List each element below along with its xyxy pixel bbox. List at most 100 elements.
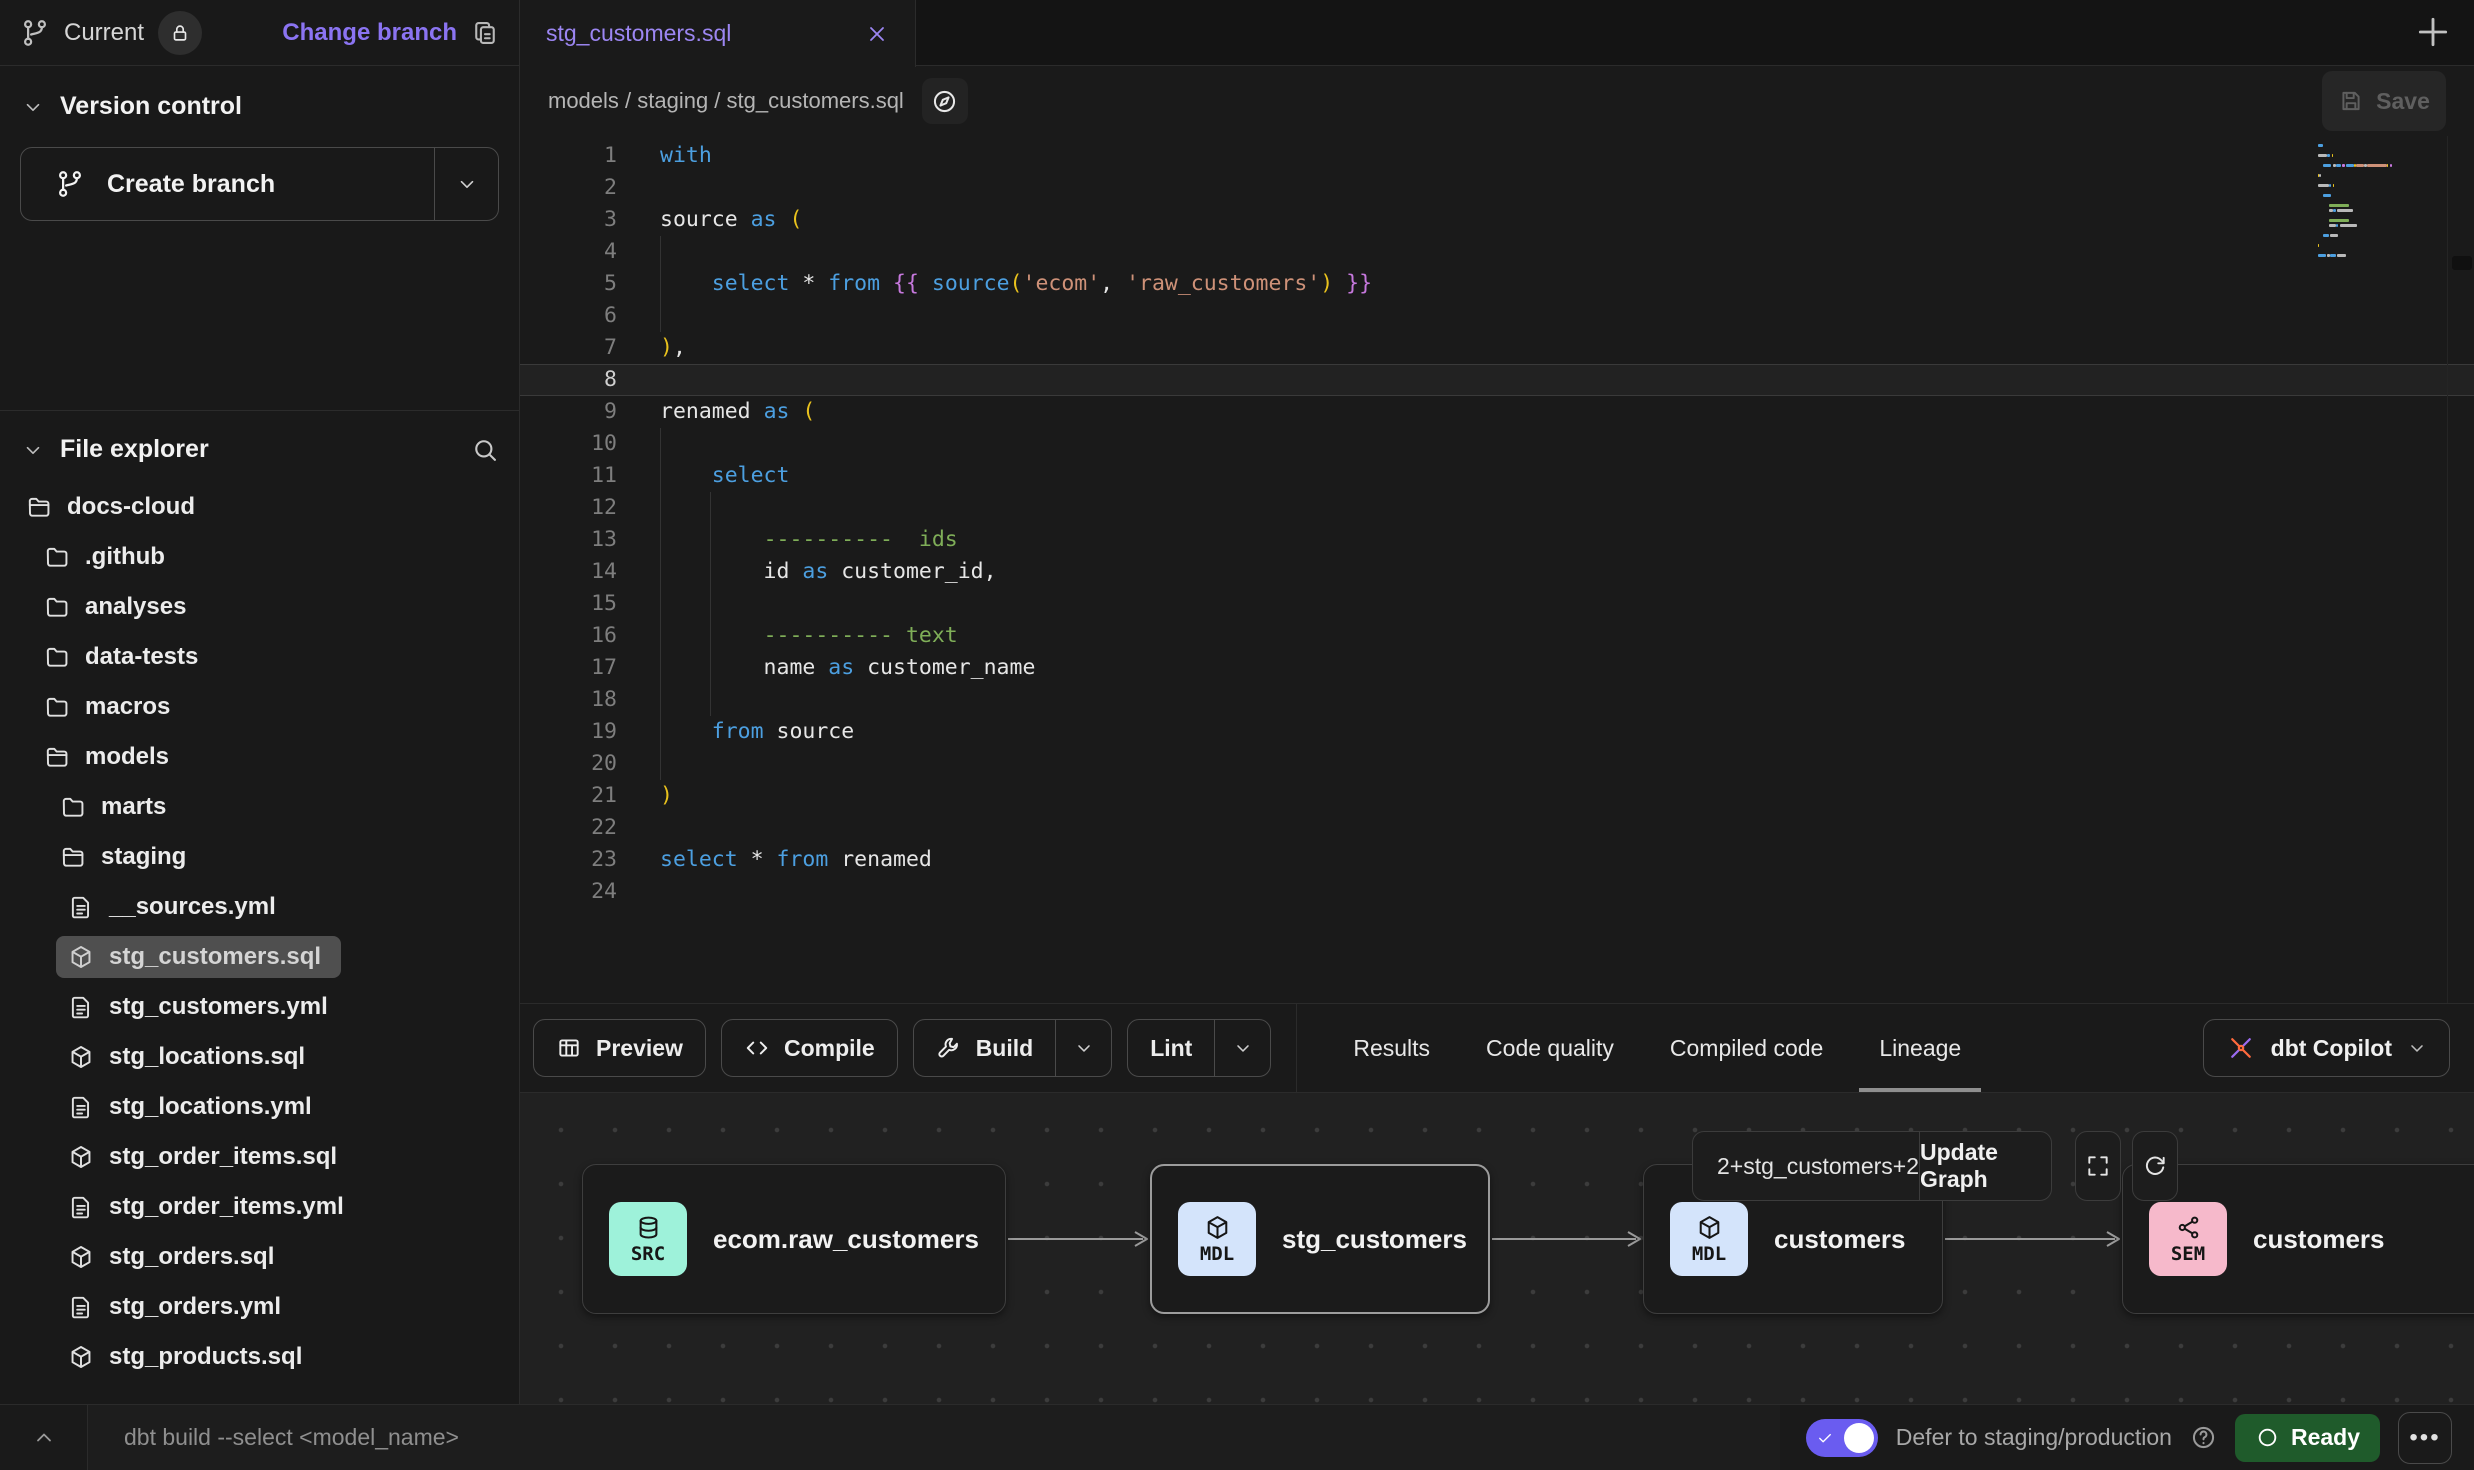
tree-item-marts[interactable]: marts bbox=[0, 782, 519, 832]
lineage-node-ecom.raw_customers[interactable]: SRCecom.raw_customers bbox=[582, 1164, 1006, 1314]
model-icon bbox=[68, 1044, 94, 1070]
create-branch-button[interactable]: Create branch bbox=[20, 147, 499, 221]
refresh-icon bbox=[2142, 1153, 2168, 1179]
tree-item-stg_customers.sql[interactable]: stg_customers.sql bbox=[0, 932, 519, 982]
copy-branch-icon[interactable] bbox=[471, 19, 499, 47]
editor-line-20[interactable]: 20 bbox=[520, 748, 2474, 780]
tree-item-stg_products.sql[interactable]: stg_products.sql bbox=[0, 1332, 519, 1382]
editor-line-21[interactable]: 21) bbox=[520, 780, 2474, 812]
editor-line-18[interactable]: 18 bbox=[520, 684, 2474, 716]
tree-item-stg_order_items.yml[interactable]: stg_order_items.yml bbox=[0, 1182, 519, 1232]
tree-item-__sources.yml[interactable]: __sources.yml bbox=[0, 882, 519, 932]
tree-item-staging[interactable]: staging bbox=[0, 832, 519, 882]
build-button[interactable]: Build bbox=[913, 1019, 1113, 1077]
refresh-button[interactable] bbox=[2132, 1131, 2178, 1201]
defer-toggle[interactable] bbox=[1806, 1419, 1878, 1457]
create-branch-dropdown[interactable] bbox=[434, 148, 498, 220]
editor-line-11[interactable]: 11 select bbox=[520, 460, 2474, 492]
save-button[interactable]: Save bbox=[2322, 71, 2446, 131]
more-options-button[interactable]: ••• bbox=[2398, 1412, 2452, 1464]
update-graph-button[interactable]: Update Graph bbox=[1919, 1132, 2051, 1200]
editor-line-5[interactable]: 5 select * from {{ source('ecom', 'raw_c… bbox=[520, 268, 2474, 300]
version-control-header[interactable]: Version control bbox=[0, 66, 519, 127]
command-input[interactable]: dbt build --select <model_name> bbox=[88, 1405, 1780, 1470]
editor-tab[interactable]: stg_customers.sql bbox=[520, 0, 916, 67]
tree-item-.github[interactable]: .github bbox=[0, 532, 519, 582]
editor-line-1[interactable]: 1with bbox=[520, 140, 2474, 172]
build-dropdown[interactable] bbox=[1055, 1020, 1111, 1076]
compass-button[interactable] bbox=[922, 78, 968, 124]
search-icon[interactable] bbox=[471, 436, 499, 464]
editor-line-12[interactable]: 12 bbox=[520, 492, 2474, 524]
fullscreen-button[interactable] bbox=[2075, 1131, 2121, 1201]
node-badge-src: SRC bbox=[609, 1202, 687, 1276]
lineage-selector-input[interactable]: 2+stg_customers+2 bbox=[1693, 1132, 1919, 1200]
editor-line-14[interactable]: 14 id as customer_id, bbox=[520, 556, 2474, 588]
expand-command-button[interactable] bbox=[0, 1405, 88, 1470]
ready-label: Ready bbox=[2291, 1424, 2360, 1451]
folder-open-icon bbox=[44, 744, 70, 770]
editor-line-23[interactable]: 23select * from renamed bbox=[520, 844, 2474, 876]
line-number: 11 bbox=[520, 460, 617, 492]
tab-compiled-code[interactable]: Compiled code bbox=[1670, 1004, 1823, 1092]
minimap[interactable] bbox=[2318, 144, 2440, 264]
tab-results[interactable]: Results bbox=[1353, 1004, 1430, 1092]
lint-button[interactable]: Lint bbox=[1127, 1019, 1271, 1077]
file-explorer-header[interactable]: File explorer bbox=[0, 411, 519, 474]
editor-lines[interactable]: 1with23source as (45 select * from {{ so… bbox=[520, 140, 2474, 908]
line-number: 12 bbox=[520, 492, 617, 524]
lineage-node-stg_customers[interactable]: MDLstg_customers bbox=[1150, 1164, 1490, 1314]
editor-line-13[interactable]: 13 ---------- ids bbox=[520, 524, 2474, 556]
editor-line-6[interactable]: 6 bbox=[520, 300, 2474, 332]
tree-item-docs-cloud[interactable]: docs-cloud bbox=[0, 482, 519, 532]
editor-line-2[interactable]: 2 bbox=[520, 172, 2474, 204]
toggle-knob bbox=[1844, 1423, 1874, 1453]
tree-item-stg_orders.yml[interactable]: stg_orders.yml bbox=[0, 1282, 519, 1332]
lint-button-main[interactable]: Lint bbox=[1128, 1020, 1214, 1076]
help-icon[interactable] bbox=[2190, 1424, 2217, 1451]
ready-status-button[interactable]: Ready bbox=[2235, 1414, 2380, 1462]
new-tab-button[interactable] bbox=[2414, 13, 2452, 51]
tree-item-models[interactable]: models bbox=[0, 732, 519, 782]
preview-button-main[interactable]: Preview bbox=[534, 1020, 705, 1076]
change-branch-link[interactable]: Change branch bbox=[282, 19, 457, 47]
code-editor[interactable]: 1with23source as (45 select * from {{ so… bbox=[520, 136, 2474, 1003]
compile-button-main[interactable]: Compile bbox=[722, 1020, 897, 1076]
preview-button[interactable]: Preview bbox=[533, 1019, 706, 1077]
minimap-thumb[interactable] bbox=[2452, 256, 2472, 270]
tree-item-stg_customers.yml[interactable]: stg_customers.yml bbox=[0, 982, 519, 1032]
code-text: select bbox=[660, 460, 789, 492]
compile-button[interactable]: Compile bbox=[721, 1019, 898, 1077]
editor-line-24[interactable]: 24 bbox=[520, 876, 2474, 908]
tree-item-label: stg_order_items.yml bbox=[109, 1193, 344, 1221]
editor-line-8[interactable]: 8 bbox=[520, 364, 2474, 396]
editor-line-15[interactable]: 15 bbox=[520, 588, 2474, 620]
lint-dropdown[interactable] bbox=[1214, 1020, 1270, 1076]
tree-item-macros[interactable]: macros bbox=[0, 682, 519, 732]
build-button-main[interactable]: Build bbox=[914, 1020, 1056, 1076]
dbt-copilot-button[interactable]: dbt Copilot bbox=[2203, 1019, 2450, 1077]
editor-line-16[interactable]: 16 ---------- text bbox=[520, 620, 2474, 652]
tree-item-analyses[interactable]: analyses bbox=[0, 582, 519, 632]
tree-item-label: stg_locations.sql bbox=[109, 1043, 305, 1071]
line-number: 1 bbox=[520, 140, 617, 172]
editor-line-3[interactable]: 3source as ( bbox=[520, 204, 2474, 236]
create-branch-main[interactable]: Create branch bbox=[21, 148, 434, 220]
close-icon[interactable] bbox=[865, 22, 889, 46]
tree-item-stg_order_items.sql[interactable]: stg_order_items.sql bbox=[0, 1132, 519, 1182]
tree-item-stg_orders.sql[interactable]: stg_orders.sql bbox=[0, 1232, 519, 1282]
editor-line-7[interactable]: 7), bbox=[520, 332, 2474, 364]
editor-line-9[interactable]: 9renamed as ( bbox=[520, 396, 2474, 428]
editor-line-22[interactable]: 22 bbox=[520, 812, 2474, 844]
editor-line-4[interactable]: 4 bbox=[520, 236, 2474, 268]
file-icon bbox=[68, 1294, 94, 1320]
tab-lineage[interactable]: Lineage bbox=[1879, 1004, 1961, 1092]
tree-item-stg_locations.sql[interactable]: stg_locations.sql bbox=[0, 1032, 519, 1082]
editor-line-19[interactable]: 19 from source bbox=[520, 716, 2474, 748]
editor-line-10[interactable]: 10 bbox=[520, 428, 2474, 460]
editor-line-17[interactable]: 17 name as customer_name bbox=[520, 652, 2474, 684]
tree-item-data-tests[interactable]: data-tests bbox=[0, 632, 519, 682]
tab-code-quality[interactable]: Code quality bbox=[1486, 1004, 1614, 1092]
tree-item-stg_locations.yml[interactable]: stg_locations.yml bbox=[0, 1082, 519, 1132]
button-label: Preview bbox=[596, 1035, 683, 1062]
